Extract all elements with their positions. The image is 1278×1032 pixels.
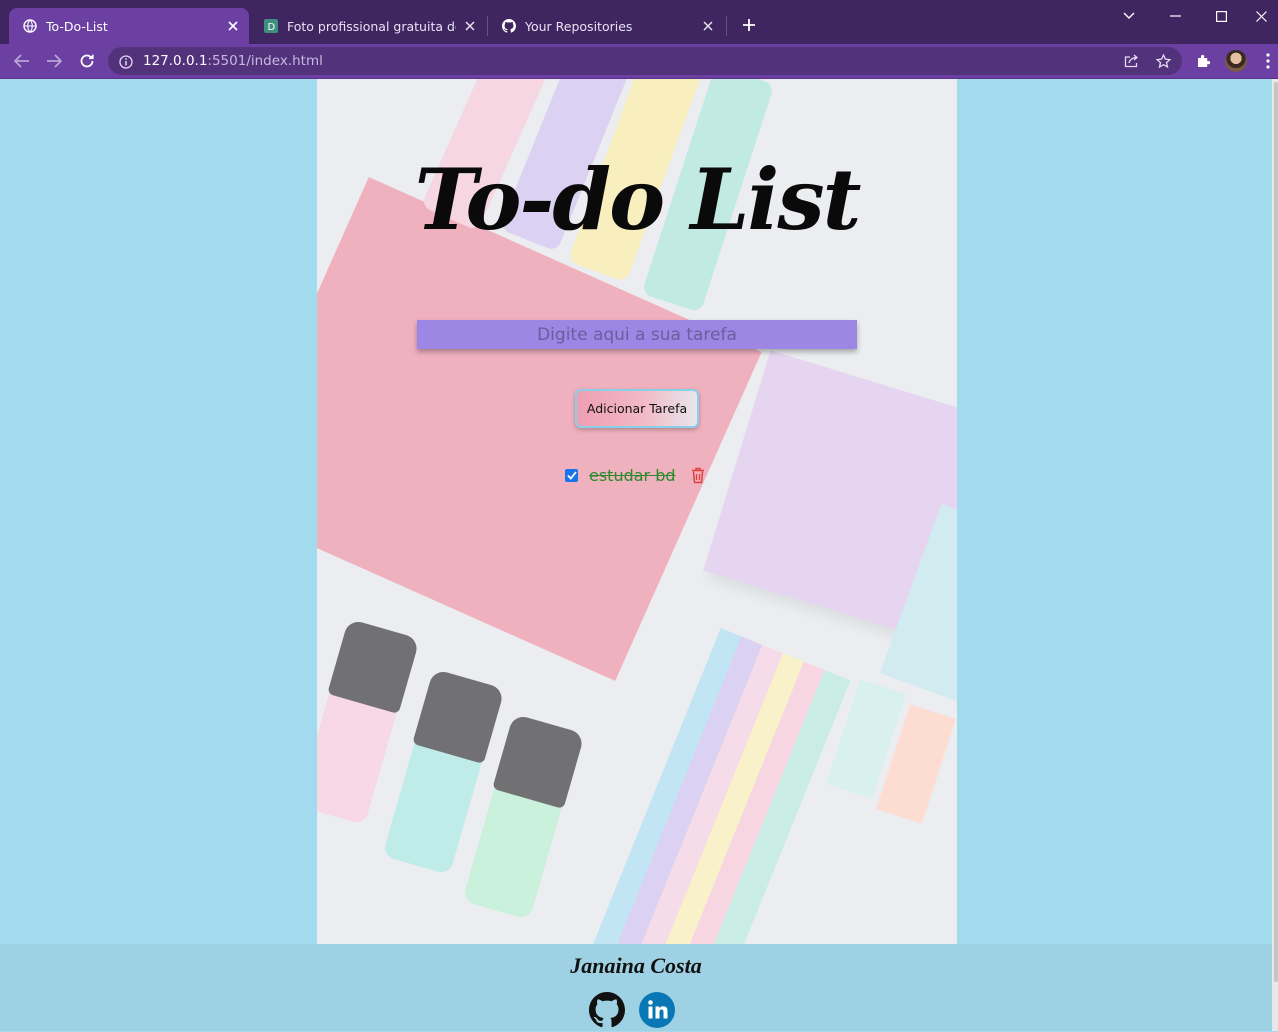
tab-to-do-list[interactable]: To-Do-List (9, 8, 249, 44)
site-info-icon[interactable] (119, 54, 133, 69)
close-tab-icon[interactable] (225, 18, 241, 34)
task-list-item: estudar bd (565, 463, 706, 487)
minimize-icon[interactable] (1152, 4, 1198, 28)
add-task-button[interactable]: Adicionar Tarefa (575, 389, 699, 428)
maximize-icon[interactable] (1198, 4, 1244, 28)
browser-toolbar: 127.0.0.1:5501/index.html (0, 44, 1278, 79)
share-icon[interactable] (1122, 52, 1140, 70)
page-title: To-do List (414, 150, 862, 249)
new-tab-button[interactable] (738, 14, 760, 36)
url-path: :5501/index.html (207, 53, 323, 69)
bookmark-star-icon[interactable] (1154, 52, 1172, 70)
browser-menu-icon[interactable] (1258, 51, 1278, 71)
task-text: estudar bd (589, 465, 676, 485)
close-tab-icon[interactable] (462, 18, 478, 34)
trash-icon[interactable] (690, 466, 706, 484)
profile-avatar[interactable] (1225, 50, 1247, 72)
url-host: 127.0.0.1 (143, 53, 208, 69)
address-bar[interactable]: 127.0.0.1:5501/index.html (108, 47, 1182, 75)
svg-text:D: D (268, 22, 276, 33)
scrollbar-thumb[interactable] (1274, 82, 1278, 982)
tab-foto-profissional[interactable]: D Foto profissional gratuita de arra (250, 8, 486, 44)
task-input[interactable] (417, 320, 857, 349)
tab-your-repositories[interactable]: Your Repositories (488, 8, 724, 44)
tab-title: Your Repositories (525, 18, 633, 34)
author-name: Janaina Costa (570, 953, 702, 978)
browser-tab-strip: To-Do-List D Foto profissional gratuita … (0, 0, 1278, 44)
tab-separator (726, 16, 727, 36)
tab-title: To-Do-List (46, 18, 108, 34)
github-icon[interactable] (589, 992, 625, 1028)
close-window-icon[interactable] (1244, 4, 1278, 28)
url-text: 127.0.0.1:5501/index.html (143, 53, 323, 69)
site-d-icon: D (264, 19, 278, 33)
linkedin-icon[interactable] (639, 992, 675, 1028)
globe-icon (23, 19, 37, 33)
reload-icon[interactable] (75, 49, 99, 73)
tab-title: Foto profissional gratuita de arra (287, 18, 456, 34)
extensions-puzzle-icon[interactable] (1194, 51, 1214, 71)
forward-arrow-icon[interactable] (42, 49, 66, 73)
close-tab-icon[interactable] (700, 18, 716, 34)
task-done-checkbox[interactable] (565, 469, 578, 482)
back-arrow-icon[interactable] (10, 49, 34, 73)
github-icon (502, 19, 516, 33)
tab-search-chevron-icon[interactable] (1106, 4, 1152, 28)
